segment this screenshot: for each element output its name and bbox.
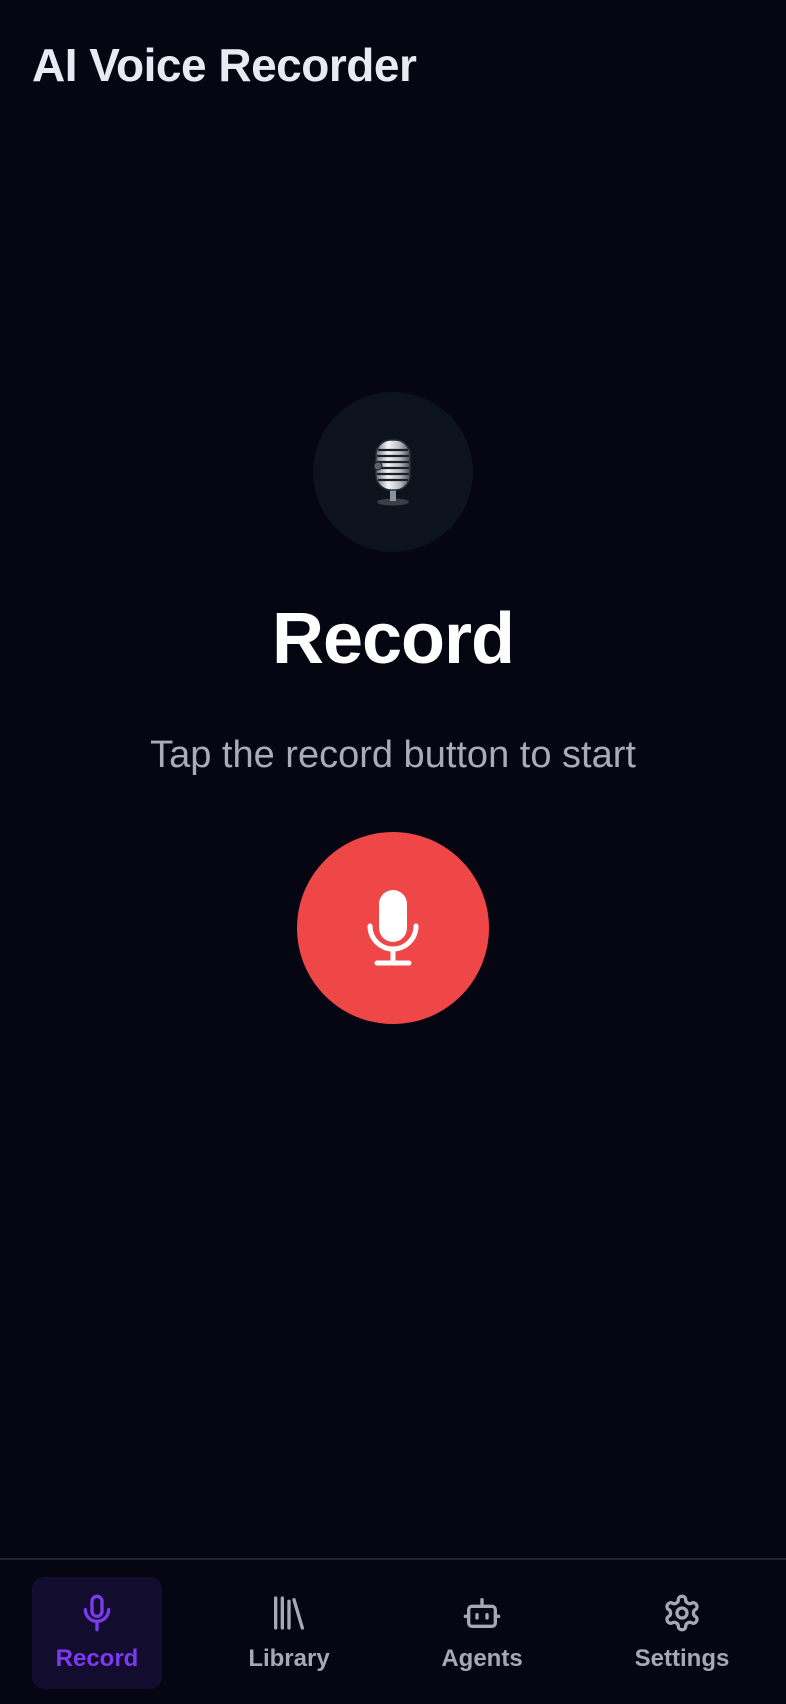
nav-label-agents: Agents bbox=[441, 1645, 523, 1672]
record-button[interactable] bbox=[297, 832, 489, 1024]
page-heading: Record bbox=[271, 599, 515, 679]
library-icon bbox=[274, 1596, 304, 1630]
nav-item-settings[interactable]: Settings bbox=[617, 1577, 747, 1689]
bot-icon bbox=[463, 1598, 501, 1628]
hero-icon-circle bbox=[313, 392, 473, 552]
nav-label-record: Record bbox=[55, 1645, 139, 1672]
studio-microphone-icon bbox=[373, 439, 411, 506]
nav-item-agents[interactable]: Agents bbox=[417, 1577, 547, 1689]
nav-label-settings: Settings bbox=[634, 1645, 730, 1672]
nav-item-library[interactable]: Library bbox=[224, 1577, 354, 1689]
bottom-nav: Record Library Agents Settings bbox=[0, 1558, 786, 1704]
microphone-icon bbox=[83, 1594, 111, 1632]
hint-text: Tap the record button to start bbox=[150, 734, 636, 776]
nav-label-library: Library bbox=[248, 1645, 330, 1672]
app-screen: AI Voice Recorder Record Tap the record … bbox=[0, 0, 786, 1704]
gear-icon bbox=[665, 1594, 699, 1632]
microphone-icon bbox=[367, 890, 419, 966]
app-title: AI Voice Recorder bbox=[32, 39, 417, 91]
nav-item-record[interactable]: Record bbox=[32, 1577, 162, 1689]
